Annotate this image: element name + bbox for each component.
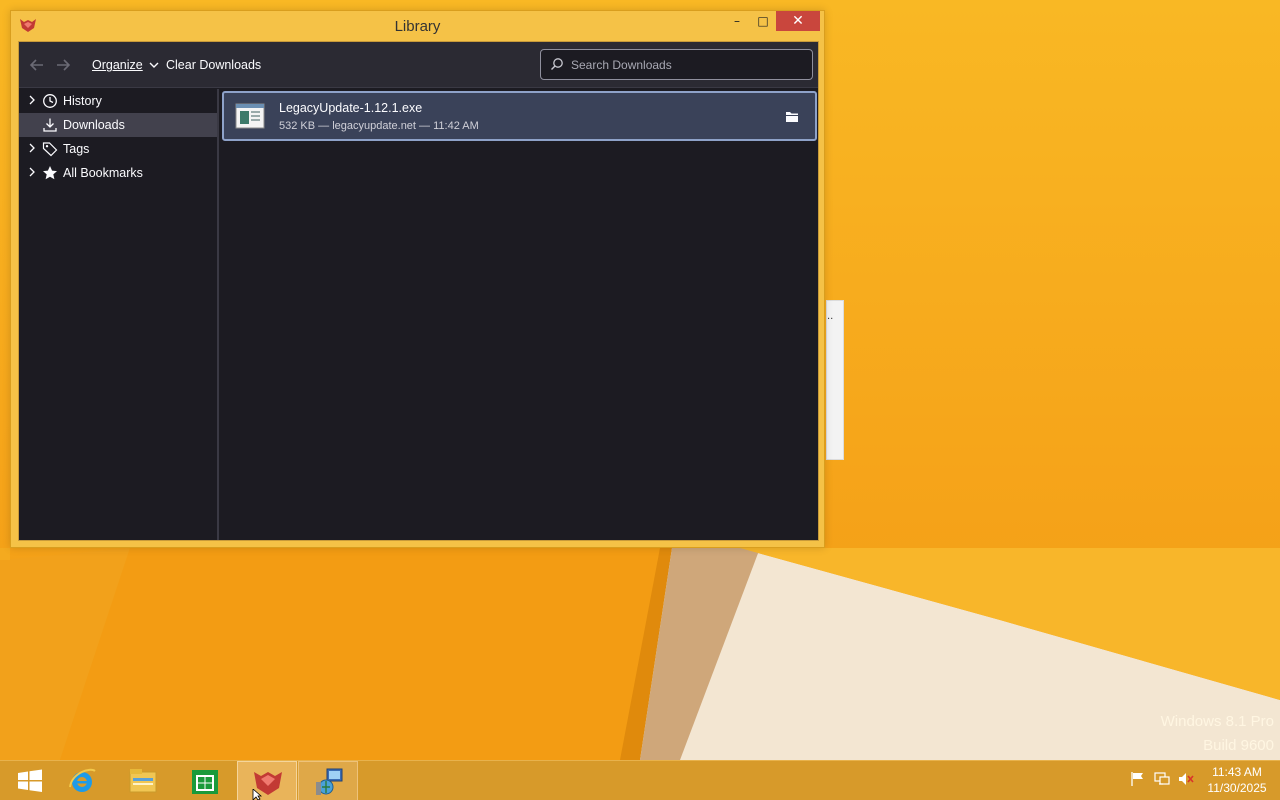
taskbar-network-app[interactable]: [298, 761, 358, 800]
arrow-right-icon: [57, 59, 71, 71]
watermark-edition: Windows 8.1 Pro: [1160, 713, 1274, 730]
window-title: Library: [394, 18, 441, 35]
exe-file-icon: [235, 103, 265, 129]
watermark-build: Build 9600: [1203, 737, 1274, 754]
sidebar-item-history[interactable]: History: [19, 89, 217, 113]
toolbar: Organize Clear Downloads: [19, 42, 818, 88]
volume-muted-icon[interactable]: [1177, 771, 1195, 787]
file-explorer-icon: [129, 769, 157, 793]
sidebar-item-tags[interactable]: Tags: [19, 137, 217, 161]
chevron-right-icon[interactable]: [27, 93, 37, 107]
tag-icon: [42, 142, 58, 157]
network-icon[interactable]: [1153, 771, 1171, 787]
sidebar-item-label: Tags: [63, 142, 90, 156]
forward-button[interactable]: [53, 56, 73, 74]
download-icon: [43, 118, 57, 132]
internet-explorer-icon: [69, 768, 96, 792]
sidebar-item-label: Downloads: [63, 118, 125, 132]
taskbar-clock[interactable]: 11:43 AM 11/30/2025: [1200, 764, 1274, 796]
chevron-right-icon[interactable]: [27, 165, 37, 179]
taskbar-firefox[interactable]: [237, 761, 297, 800]
taskbar: [0, 760, 1280, 800]
search-box[interactable]: [540, 49, 813, 80]
start-icon: [18, 769, 42, 792]
flag-icon[interactable]: [1129, 771, 1147, 787]
chevron-right-icon[interactable]: [27, 141, 37, 155]
background-window-edge[interactable]: ..: [826, 300, 844, 460]
sidebar-item-label: All Bookmarks: [63, 166, 143, 180]
sidebar-item-downloads[interactable]: Downloads: [19, 113, 217, 137]
downloads-list: LegacyUpdate-1.12.1.exe 532 KB — legacyu…: [221, 89, 818, 540]
windows-watermark: Windows 8.1 Pro Build 9600: [1161, 710, 1274, 758]
clock-time: 11:43 AM: [1212, 765, 1262, 779]
minimize-button[interactable]: –: [724, 11, 750, 31]
download-details: 532 KB — legacyupdate.net — 11:42 AM: [279, 120, 479, 132]
search-icon: [551, 58, 563, 70]
library-window: Library – □ ✕ Organize Clear Downloads S…: [10, 10, 825, 548]
sidebar-item-label: History: [63, 94, 102, 108]
clear-downloads-button[interactable]: Clear Downloads: [166, 58, 261, 72]
folder-icon[interactable]: [780, 107, 804, 127]
arrow-left-icon: [29, 59, 43, 71]
close-button[interactable]: ✕: [776, 11, 820, 31]
taskbar-store[interactable]: [175, 761, 235, 800]
back-button[interactable]: [27, 56, 47, 74]
store-icon: [192, 770, 218, 794]
star-icon: [43, 166, 57, 180]
library-client: Organize Clear Downloads Search Download…: [18, 41, 819, 541]
maximize-button[interactable]: □: [750, 11, 776, 31]
search-input[interactable]: [571, 55, 806, 75]
sidebar-tree: History Downloads Tags All Bookmarks: [19, 89, 219, 540]
download-item[interactable]: LegacyUpdate-1.12.1.exe 532 KB — legacyu…: [222, 91, 817, 141]
clock-icon: [43, 94, 57, 108]
taskbar-internet-explorer[interactable]: [52, 761, 112, 800]
organize-menu[interactable]: Organize: [92, 58, 143, 72]
clock-date: 11/30/2025: [1207, 781, 1267, 795]
sidebar-item-all-bookmarks[interactable]: All Bookmarks: [19, 161, 217, 185]
network-app-icon: [316, 768, 343, 795]
start-button[interactable]: [0, 761, 60, 800]
chevron-down-icon[interactable]: [148, 55, 160, 75]
title-bar[interactable]: Library – □ ✕: [11, 11, 824, 41]
taskbar-file-explorer[interactable]: [113, 761, 173, 800]
download-filename: LegacyUpdate-1.12.1.exe: [279, 101, 423, 115]
mouse-cursor-icon: [252, 789, 262, 800]
